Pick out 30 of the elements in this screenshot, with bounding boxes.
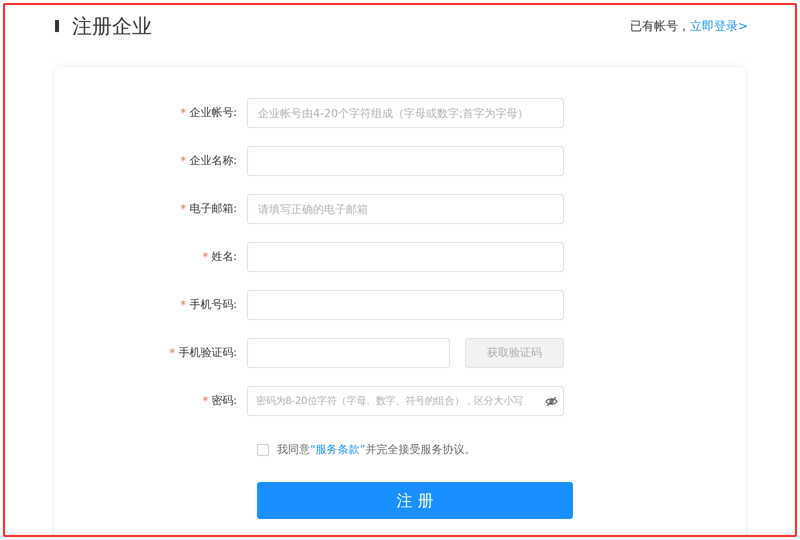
agreement-text: 我同意“服务条款”并完全接受服务协议。 (277, 442, 476, 458)
input-field[interactable] (247, 146, 564, 176)
register-button[interactable]: 注 册 (257, 482, 573, 519)
input-field[interactable] (247, 242, 564, 272)
required-mark: * (180, 201, 186, 218)
required-mark: * (180, 153, 186, 170)
field-label: 手机验证码: (178, 344, 237, 361)
password-field[interactable]: 密码为8-20位字符（字母、数字、符号的组合），区分大小写 (247, 386, 564, 416)
field-label: 电子邮箱: (189, 200, 237, 217)
input-field[interactable]: 企业帐号由4-20个字符组成（字母或数字;首字为字母） (247, 98, 564, 128)
login-prompt: 已有帐号， (630, 18, 690, 35)
agreement-checkbox[interactable] (257, 444, 269, 456)
field-label: 企业帐号: (189, 104, 237, 121)
field-label: 姓名: (211, 248, 237, 265)
field-label: 手机号码: (189, 296, 237, 313)
required-mark: * (202, 249, 208, 266)
page-title: 注册企业 (72, 13, 152, 40)
required-mark: * (180, 105, 186, 122)
field-label: 企业名称: (189, 152, 237, 169)
input-field[interactable] (247, 338, 450, 368)
terms-link[interactable]: “服务条款” (310, 442, 366, 456)
login-link[interactable]: 立即登录> (690, 17, 748, 35)
required-mark: * (180, 297, 186, 314)
eye-slash-icon[interactable] (545, 396, 558, 406)
required-mark: * (202, 393, 208, 410)
input-field[interactable] (247, 290, 564, 320)
title-marker (55, 20, 59, 32)
input-field[interactable]: 请填写正确的电子邮箱 (247, 194, 564, 224)
field-label: 密码: (211, 392, 237, 409)
required-mark: * (169, 345, 176, 362)
